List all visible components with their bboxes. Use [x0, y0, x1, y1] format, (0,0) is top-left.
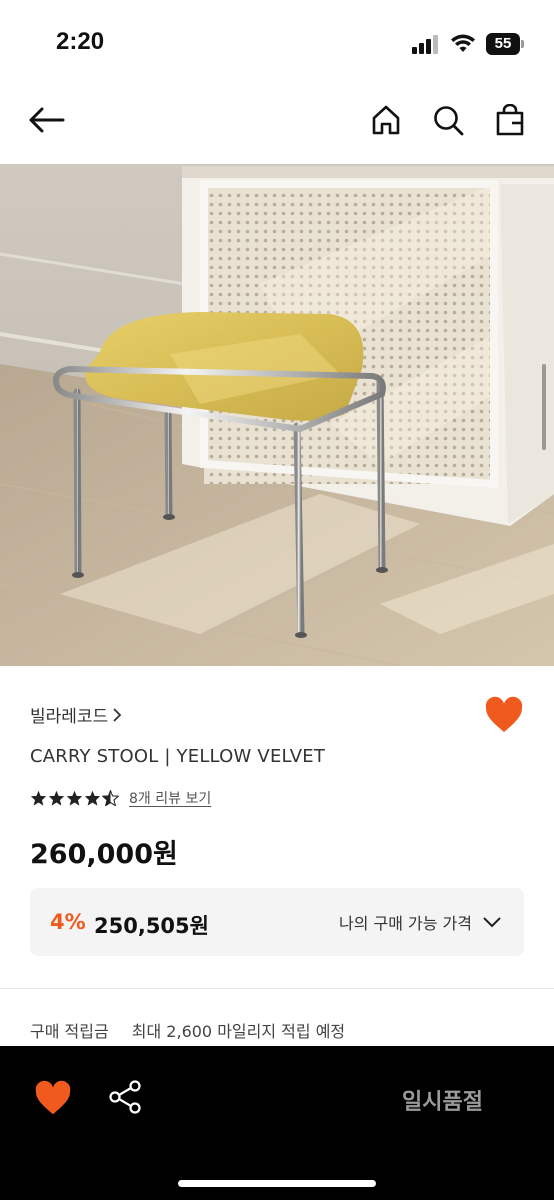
wishlist-heart-icon[interactable] — [34, 1080, 72, 1118]
home-icon[interactable] — [366, 100, 406, 140]
bottom-action-bar: 일시품절 — [0, 1046, 554, 1200]
share-icon[interactable] — [106, 1078, 144, 1116]
discount-percent: 4% — [50, 910, 86, 934]
section-divider — [0, 988, 554, 989]
image-scroll-indicator — [542, 364, 546, 450]
original-price: 260,000원 — [30, 839, 178, 870]
star-icon — [84, 790, 101, 806]
chevron-right-icon — [113, 707, 122, 722]
star-icon — [30, 790, 47, 806]
product-image[interactable] — [0, 164, 554, 666]
points-label: 구매 적립금 — [30, 1022, 109, 1041]
my-price-label: 나의 구매 가능 가격 — [338, 914, 472, 933]
product-title: CARRY STOOL | YELLOW VELVET — [30, 746, 326, 767]
status-bar: 2:20 55 — [0, 0, 554, 80]
top-nav-bar — [0, 80, 554, 164]
points-value: 최대 2,600 마일리지 적립 예정 — [131, 1022, 346, 1041]
shopping-bag-icon[interactable] — [490, 100, 530, 140]
soldout-button[interactable]: 일시품절 — [402, 1084, 483, 1116]
review-link[interactable]: 8개 리뷰 보기 — [129, 788, 211, 808]
star-icon — [66, 790, 83, 806]
discount-price-box: 4% 250,505원 나의 구매 가능 가격 — [30, 888, 524, 956]
home-indicator — [178, 1180, 376, 1187]
points-row: 구매 적립금 최대 2,600 마일리지 적립 예정 — [30, 1018, 345, 1042]
discount-price: 250,505원 — [94, 914, 209, 938]
half-star-icon — [102, 790, 119, 806]
star-rating — [30, 790, 119, 806]
chevron-down-icon — [483, 917, 501, 928]
brand-link[interactable]: 빌라레코드 — [30, 702, 122, 727]
my-price-toggle[interactable]: 나의 구매 가능 가격 — [339, 910, 502, 934]
rating-row: 8개 리뷰 보기 — [30, 788, 211, 808]
wishlist-heart-icon[interactable] — [484, 696, 524, 736]
back-arrow-icon[interactable] — [26, 100, 66, 140]
cellular-signal-icon — [412, 34, 442, 54]
status-time: 2:20 — [56, 28, 105, 55]
star-icon — [48, 790, 65, 806]
battery-indicator: 55 — [486, 33, 524, 55]
search-icon[interactable] — [428, 100, 468, 140]
wifi-icon — [451, 34, 475, 52]
brand-name: 빌라레코드 — [30, 707, 109, 727]
